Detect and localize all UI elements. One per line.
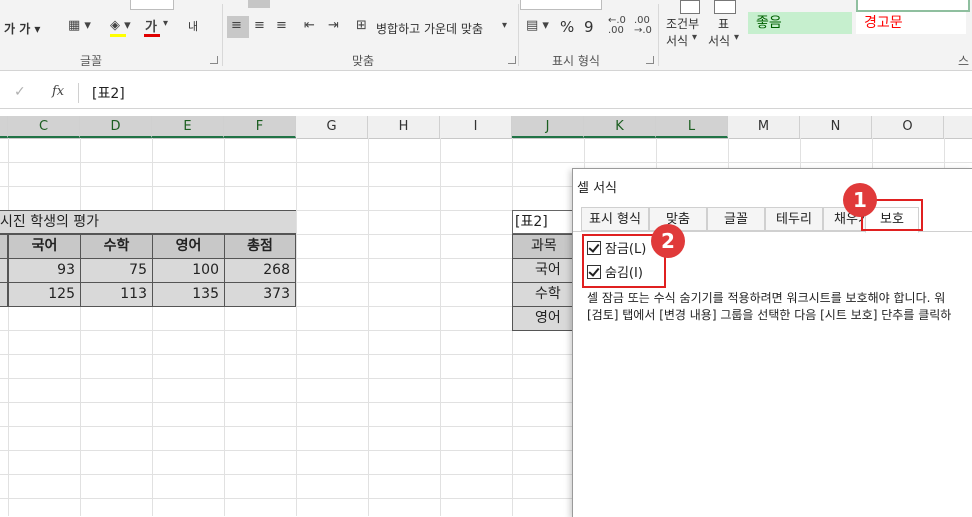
font-color-bar	[144, 34, 160, 37]
column-header-i[interactable]: I	[440, 116, 512, 138]
table-format-label2[interactable]: 서식	[708, 32, 730, 49]
font-size-box[interactable]	[130, 0, 174, 10]
data-cell[interactable]: 135	[152, 282, 225, 307]
data-cell[interactable]: 373	[224, 282, 296, 307]
currency-icon[interactable]: ▤ ▾	[526, 18, 549, 33]
conditional-format-icon	[680, 0, 700, 14]
enter-icon[interactable]: ✓	[14, 84, 26, 100]
data-cell[interactable]: 268	[224, 258, 296, 283]
fx-icon[interactable]: fx	[52, 84, 64, 99]
group-label-font: 글꼴	[80, 54, 103, 68]
wrap-text-button[interactable]: 내	[188, 18, 198, 34]
data-cell[interactable]: 75	[80, 258, 153, 283]
column-header-d[interactable]: D	[80, 116, 152, 138]
font-dialog-launcher[interactable]	[210, 56, 218, 64]
column-header-g[interactable]: G	[296, 116, 368, 138]
column-header-j[interactable]: J	[512, 116, 584, 138]
data-cell-partial[interactable]	[0, 258, 8, 283]
align-left-icon: ≡	[231, 18, 242, 33]
column-header-m[interactable]: M	[728, 116, 800, 138]
align-top-button[interactable]	[248, 0, 270, 8]
column-header-k[interactable]: K	[584, 116, 656, 138]
chevron-down-icon[interactable]: ▾	[692, 32, 697, 43]
align-center-icon[interactable]: ≡	[254, 18, 265, 33]
align-dialog-launcher[interactable]	[508, 56, 516, 64]
formula-input[interactable]: [표2]	[92, 83, 125, 103]
column-headers: C D E F G H I J K L M N O	[0, 116, 972, 139]
data-cell-partial[interactable]	[0, 282, 8, 307]
number-dialog-launcher[interactable]	[646, 56, 654, 64]
table-format-icon	[714, 0, 736, 14]
header-cell-partial[interactable]	[0, 234, 8, 259]
table-title: 시진 학생의 평가	[0, 214, 100, 230]
percent-button[interactable]: %	[560, 18, 574, 36]
decrease-decimal-icon[interactable]: .00 →.0	[634, 16, 652, 36]
number-format-select[interactable]	[520, 0, 602, 10]
border-icon[interactable]: ▦ ▾	[68, 18, 91, 33]
header-cell-total[interactable]: 총점	[224, 234, 296, 259]
divider	[222, 4, 223, 66]
data-cell[interactable]: 113	[80, 282, 153, 307]
step-badge-2: 2	[651, 224, 685, 258]
column-header-f[interactable]: F	[224, 116, 296, 138]
merge-center-button[interactable]: 병합하고 가운데 맞춤	[376, 20, 483, 37]
data-cell[interactable]: 93	[8, 258, 81, 283]
step-badge-1: 1	[843, 183, 877, 217]
bold-italic-row[interactable]: 가 가 ▾	[4, 20, 40, 37]
style-normal-box[interactable]	[856, 0, 970, 12]
divider	[658, 4, 659, 66]
table-title-cell[interactable]: 시진 학생의 평가	[0, 210, 296, 234]
divider	[518, 4, 519, 66]
column-header-c[interactable]: C	[8, 116, 80, 138]
style-good[interactable]: 좋음	[748, 12, 852, 34]
fill-color-icon[interactable]: ◈ ▾	[110, 18, 131, 33]
chevron-down-icon[interactable]: ▾	[163, 18, 168, 29]
conditional-format-label1[interactable]: 조건부	[666, 15, 699, 32]
column-header-l[interactable]: L	[656, 116, 728, 138]
ribbon: 가 가 ▾ ▦ ▾ ◈ ▾ 가 ▾ 내 ≡ ≡ ≡ ⇤ ⇥ ⊞ 병합하고 가운데…	[0, 0, 972, 71]
align-right-icon[interactable]: ≡	[276, 18, 287, 33]
indent-increase-icon[interactable]: ⇥	[328, 18, 339, 33]
column-header-n[interactable]: N	[800, 116, 872, 138]
group-label-styles: 스	[958, 54, 970, 68]
group-label-number: 표시 형식	[552, 54, 600, 68]
increase-decimal-icon[interactable]: ←.0.00	[608, 16, 626, 36]
chevron-down-icon[interactable]: ▾	[502, 20, 507, 31]
conditional-format-label2[interactable]: 서식	[666, 32, 688, 49]
data-cell[interactable]: 125	[8, 282, 81, 307]
column-header-partial[interactable]	[0, 116, 8, 138]
header-cell-korean[interactable]: 국어	[8, 234, 81, 259]
chevron-down-icon[interactable]: ▾	[734, 32, 739, 43]
tab-border[interactable]: 테두리	[765, 207, 823, 231]
comma-button[interactable]: 9	[584, 18, 594, 36]
dialog-title: 셀 서식	[577, 181, 618, 196]
header-cell-english[interactable]: 영어	[152, 234, 225, 259]
merge-icon[interactable]: ⊞	[356, 18, 367, 33]
header-cell-math[interactable]: 수학	[80, 234, 153, 259]
column-header-o[interactable]: O	[872, 116, 944, 138]
indent-decrease-icon[interactable]: ⇤	[304, 18, 315, 33]
data-cell[interactable]: 100	[152, 258, 225, 283]
font-color-icon[interactable]: 가	[145, 16, 157, 35]
tab-number[interactable]: 표시 형식	[581, 207, 649, 231]
column-header-h[interactable]: H	[368, 116, 440, 138]
description-line1: 셀 잠금 또는 수식 숨기기를 적용하려면 워크시트를 보호해야 합니다. 워	[587, 291, 946, 305]
fill-color-bar	[110, 34, 126, 37]
formula-bar: ✓ fx [표2]	[0, 78, 972, 109]
description-line2: [검토] 탭에서 [변경 내용] 그룹을 선택한 다음 [시트 보호] 단추를 …	[587, 308, 952, 322]
column-header-e[interactable]: E	[152, 116, 224, 138]
group-label-align: 맞춤	[352, 54, 375, 68]
tab-font[interactable]: 글꼴	[707, 207, 765, 231]
divider	[78, 83, 79, 103]
table-format-label1[interactable]: 표	[718, 15, 729, 32]
style-warning[interactable]: 경고문	[856, 12, 966, 34]
